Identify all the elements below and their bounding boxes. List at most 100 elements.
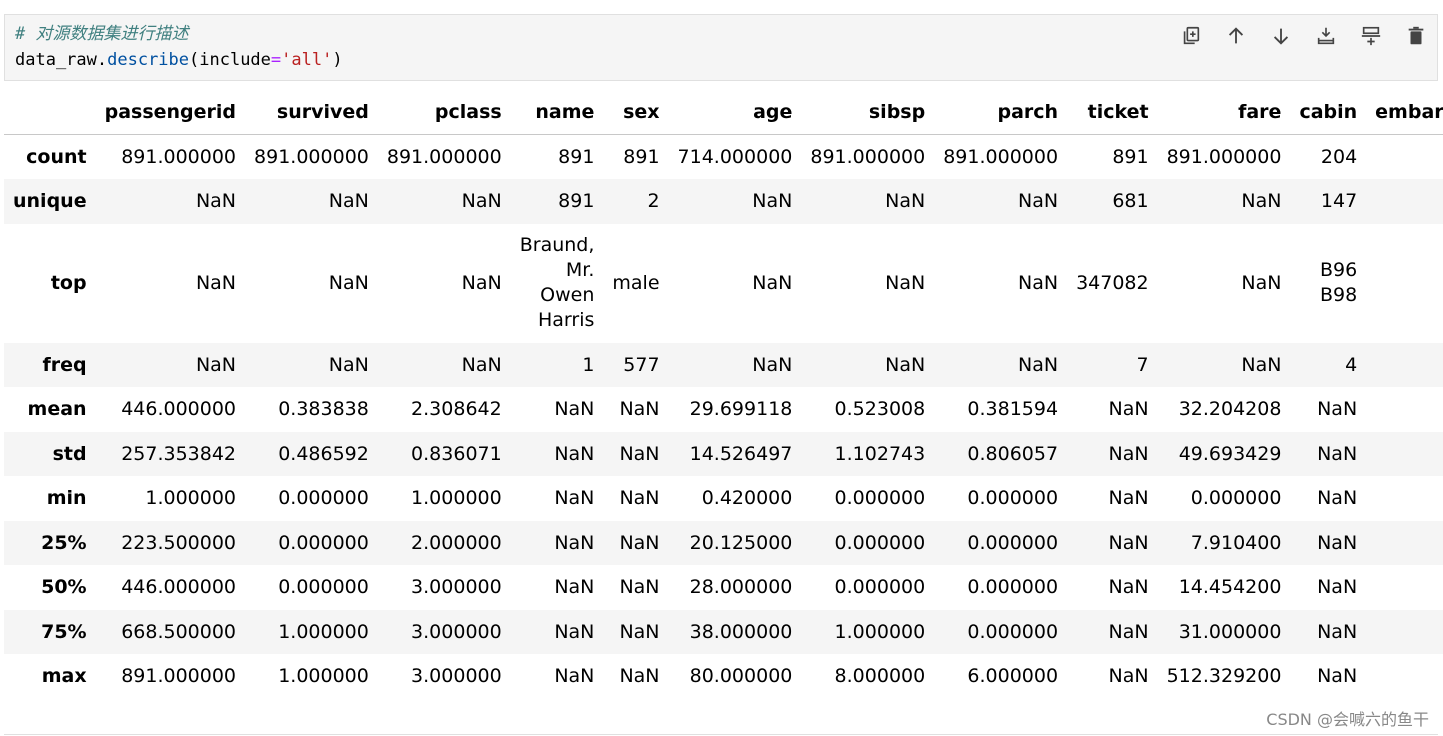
cell-line: B96 bbox=[1319, 259, 1358, 281]
table-cell: NaN bbox=[461, 353, 502, 376]
insert-below-icon[interactable] bbox=[1311, 23, 1341, 49]
code-operator: = bbox=[270, 50, 282, 70]
table-cell: NaN bbox=[554, 531, 595, 554]
table-cell: 28.000000 bbox=[689, 576, 793, 599]
table-cell: NaN bbox=[1366, 610, 1443, 655]
column-header: sibsp bbox=[801, 90, 935, 135]
table-cell: NaN bbox=[1108, 442, 1149, 465]
table-cell: NaN bbox=[619, 576, 660, 599]
cell-line: Owen bbox=[540, 284, 595, 306]
cell-line: B98 bbox=[1319, 284, 1358, 306]
table-cell: 0.806057 bbox=[967, 442, 1059, 465]
table-cell: NaN bbox=[554, 398, 595, 421]
table-cell: NaN bbox=[1241, 272, 1282, 294]
table-cell: 38.000000 bbox=[689, 620, 793, 643]
table-cell: 0.381594 bbox=[967, 398, 1059, 421]
table-cell: NaN bbox=[885, 353, 926, 376]
table-cell: NaN bbox=[619, 531, 660, 554]
table-cell: NaN bbox=[619, 442, 660, 465]
table-cell: NaN bbox=[1366, 654, 1443, 699]
table-cell: 0.000000 bbox=[278, 576, 369, 599]
table-cell: 1.000000 bbox=[278, 665, 369, 688]
table-cell: NaN bbox=[752, 353, 793, 376]
table-cell: NaN bbox=[1366, 387, 1443, 432]
table-cell: NaN bbox=[328, 353, 369, 376]
table-cell: 889 bbox=[1366, 135, 1443, 180]
table-cell: NaN bbox=[1108, 665, 1149, 688]
table-cell: 7.910400 bbox=[1190, 531, 1282, 554]
table-cell: 1.000000 bbox=[834, 620, 926, 643]
divider bbox=[4, 734, 1438, 735]
move-down-icon[interactable] bbox=[1266, 23, 1296, 49]
table-cell: male bbox=[612, 272, 660, 294]
table-cell: NaN bbox=[1317, 398, 1358, 421]
table-cell: 0.000000 bbox=[1190, 487, 1282, 510]
insert-above-icon[interactable] bbox=[1356, 23, 1386, 49]
table-cell: 347082 bbox=[1076, 272, 1149, 294]
column-header: name bbox=[510, 90, 604, 135]
code-function: describe bbox=[107, 50, 190, 70]
table-cell: NaN bbox=[1108, 576, 1149, 599]
table-cell: 0.000000 bbox=[278, 487, 369, 510]
table-cell: NaN bbox=[1317, 531, 1358, 554]
table-cell: 29.699118 bbox=[689, 398, 793, 421]
table-cell: 2.308642 bbox=[411, 398, 502, 421]
column-header: sex bbox=[603, 90, 669, 135]
table-cell: 0.420000 bbox=[701, 487, 793, 510]
code-cell[interactable]: # 对源数据集进行描述 data_raw.describe(include='a… bbox=[4, 14, 1438, 81]
table-cell: NaN bbox=[1017, 353, 1059, 376]
table-cell: 1.000000 bbox=[411, 487, 502, 510]
table-cell: NaN bbox=[328, 272, 369, 294]
row-label: min bbox=[46, 487, 87, 510]
table-cell: 891.000000 bbox=[943, 146, 1059, 168]
column-header: cabin bbox=[1290, 90, 1367, 135]
duplicate-cell-icon[interactable] bbox=[1176, 23, 1206, 49]
table-cell: 14.526497 bbox=[689, 442, 793, 465]
table-cell: NaN bbox=[554, 442, 595, 465]
watermark: CSDN @会喊六的鱼干 bbox=[1266, 710, 1429, 729]
table-cell: 8.000000 bbox=[834, 665, 926, 688]
table-cell: 6.000000 bbox=[967, 665, 1059, 688]
table-cell: 0.000000 bbox=[967, 620, 1059, 643]
table-cell: NaN bbox=[619, 665, 660, 688]
table-cell: NaN bbox=[752, 190, 793, 213]
table-cell: 1 bbox=[582, 353, 595, 376]
table-cell: NaN bbox=[1241, 190, 1282, 213]
column-header: parch bbox=[934, 90, 1068, 135]
table-cell: 2 bbox=[647, 190, 660, 213]
code-comment: # 对源数据集进行描述 bbox=[15, 24, 189, 44]
table-cell: NaN bbox=[1108, 487, 1149, 510]
table-row: std 257.353842 0.486592 0.836071 NaN NaN 14.52… bbox=[4, 431, 1443, 477]
table-cell: 512.329200 bbox=[1166, 665, 1282, 688]
code-args-open: (include bbox=[189, 50, 271, 70]
table-cell: 0.000000 bbox=[834, 487, 926, 510]
table-cell: NaN bbox=[619, 398, 660, 421]
table-cell: 891.000000 bbox=[1166, 146, 1282, 168]
row-label: count bbox=[26, 146, 87, 168]
cell-line: Harris bbox=[538, 309, 595, 331]
table-cell: NaN bbox=[195, 353, 237, 376]
table-cell: 3.000000 bbox=[411, 576, 502, 599]
code-string: 'all' bbox=[281, 50, 333, 70]
table-cell: 80.000000 bbox=[689, 665, 793, 688]
table-cell: 147 bbox=[1320, 190, 1358, 213]
code-editor[interactable]: # 对源数据集进行描述 data_raw.describe(include='a… bbox=[15, 21, 343, 73]
table-cell: NaN bbox=[461, 272, 502, 294]
table-cell: Braund, Mr. Owen Harris bbox=[511, 224, 604, 343]
column-header: pclass bbox=[377, 90, 511, 135]
table-cell: 0.000000 bbox=[967, 576, 1059, 599]
delete-icon[interactable] bbox=[1401, 23, 1431, 49]
table-cell: NaN bbox=[1366, 432, 1443, 477]
table-header-row: passengerid survived pclass name sex age… bbox=[4, 90, 1443, 135]
cell-toolbar bbox=[1176, 23, 1431, 49]
table-cell: 0.000000 bbox=[834, 576, 926, 599]
move-up-icon[interactable] bbox=[1221, 23, 1251, 49]
table-cell: NaN bbox=[885, 190, 926, 213]
table-cell: NaN bbox=[328, 190, 369, 213]
table-row: unique NaN NaN NaN 891 2 NaN NaN NaN 681 NaN 147 3 bbox=[4, 179, 1443, 224]
table-cell: NaN bbox=[1241, 353, 1282, 376]
table-cell: NaN bbox=[554, 620, 595, 643]
column-header: ticket bbox=[1067, 90, 1158, 135]
table-cell: 49.693429 bbox=[1178, 442, 1282, 465]
table-cell: 1.000000 bbox=[145, 487, 237, 510]
